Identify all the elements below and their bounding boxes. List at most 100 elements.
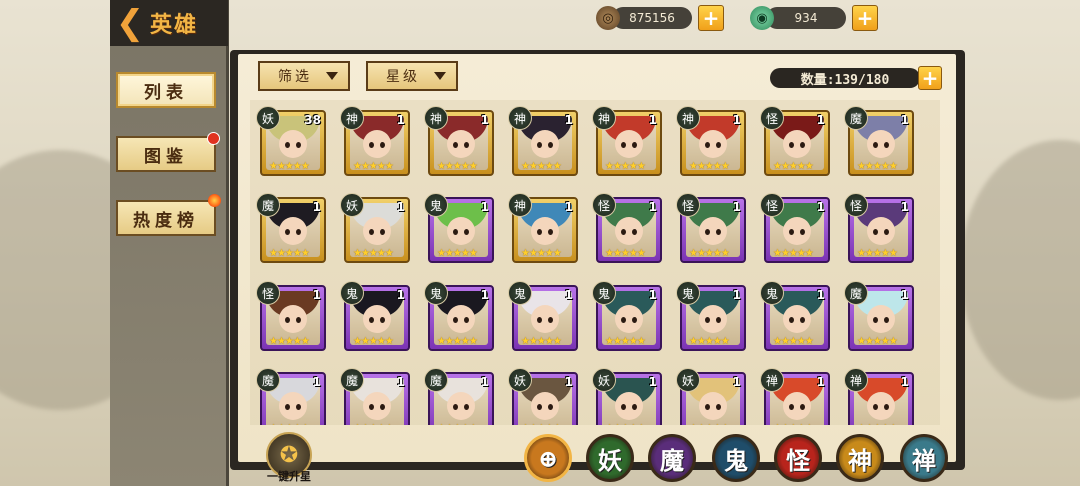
hero-card[interactable]: 妖 1 ★★★★★: [676, 368, 746, 425]
coin-amount: 875156: [612, 7, 692, 29]
tab-faction[interactable]: 鬼: [712, 434, 760, 482]
faction-badge: 鬼: [592, 281, 616, 305]
hero-card[interactable]: 妖 1 ★★★★★: [508, 368, 578, 425]
hero-card[interactable]: 禅 1 ★★★★★: [760, 368, 830, 425]
faction-badge: 魔: [424, 368, 448, 392]
hero-card[interactable]: 神 1 ★★★★★: [508, 106, 578, 176]
faction-badge: 怪: [676, 193, 700, 217]
add-jade-button[interactable]: +: [852, 5, 878, 31]
hero-level: 1: [648, 375, 657, 389]
hero-level: 1: [732, 288, 741, 302]
hero-card[interactable]: 鬼 1 ★★★★★: [592, 281, 662, 351]
upgrade-label: 一键升星: [267, 470, 311, 483]
hero-card[interactable]: 妖 1 ★★★★★: [592, 368, 662, 425]
hero-level: 1: [816, 200, 825, 214]
filter-dropdown[interactable]: 筛选: [258, 61, 350, 91]
faction-badge: 妖: [508, 368, 532, 392]
expand-capacity-button[interactable]: +: [918, 66, 942, 90]
tab-faction[interactable]: 怪: [774, 434, 822, 482]
star-filter-dropdown[interactable]: 星级: [366, 61, 458, 91]
hero-card[interactable]: 神 1 ★★★★★: [592, 106, 662, 176]
star-rating: ★★★★★: [773, 423, 814, 425]
hero-card[interactable]: 神 1 ★★★★★: [340, 106, 410, 176]
hero-count: 数量:139/180: [770, 68, 920, 88]
hero-level: 1: [312, 200, 321, 214]
tab-faction[interactable]: 妖: [586, 434, 634, 482]
hero-card[interactable]: 魔 1 ★★★★★: [340, 368, 410, 425]
star-rating: ★★★★★: [521, 423, 562, 425]
star-rating: ★★★★★: [353, 161, 394, 172]
hero-card[interactable]: 怪 1 ★★★★★: [844, 193, 914, 263]
sidebar-item-collection[interactable]: 图鉴: [116, 132, 220, 172]
hero-card[interactable]: 魔 1 ★★★★★: [844, 106, 914, 176]
tab-label: 妖: [598, 445, 622, 475]
tab-all-factions[interactable]: ⊕: [524, 434, 572, 482]
hero-level: 1: [900, 375, 909, 389]
faction-badge: 怪: [592, 193, 616, 217]
faction-badge: 鬼: [508, 281, 532, 305]
tab-faction[interactable]: 禅: [900, 434, 948, 482]
hero-card[interactable]: 神 1 ★★★★★: [424, 106, 494, 176]
hero-card[interactable]: 鬼 1 ★★★★★: [676, 281, 746, 351]
hero-level: 1: [396, 375, 405, 389]
faction-badge: 神: [508, 106, 532, 130]
sidebar-item-popularity[interactable]: 热度榜: [116, 194, 221, 236]
hero-card[interactable]: 怪 1 ★★★★★: [760, 106, 830, 176]
hero-level: 1: [396, 288, 405, 302]
star-filter-label: 星级: [386, 69, 420, 85]
hero-level: 1: [312, 288, 321, 302]
add-coins-button[interactable]: +: [698, 5, 724, 31]
filter-label: 筛选: [278, 69, 312, 85]
hero-card[interactable]: 鬼 1 ★★★★★: [760, 281, 830, 351]
hero-level: 1: [480, 200, 489, 214]
hero-card[interactable]: 鬼 1 ★★★★★: [508, 281, 578, 351]
hero-card[interactable]: 魔 1 ★★★★★: [256, 193, 326, 263]
hero-card[interactable]: 鬼 1 ★★★★★: [340, 281, 410, 351]
hero-level: 1: [900, 113, 909, 127]
hero-card[interactable]: 禅 1 ★★★★★: [844, 368, 914, 425]
hero-level: 1: [648, 288, 657, 302]
hero-level: 1: [564, 200, 573, 214]
hero-card[interactable]: 怪 1 ★★★★★: [676, 193, 746, 263]
tab-label: 禅: [912, 445, 936, 475]
star-rating: ★★★★★: [857, 336, 898, 347]
hero-card[interactable]: 神 1 ★★★★★: [508, 193, 578, 263]
hero-card[interactable]: 鬼 1 ★★★★★: [424, 281, 494, 351]
hero-level: 1: [480, 375, 489, 389]
star-rating: ★★★★★: [605, 336, 646, 347]
fire-icon: [208, 194, 221, 207]
faction-badge: 鬼: [424, 281, 448, 305]
triangle-down-icon: [326, 72, 338, 80]
sidebar-item-label: 热度榜: [133, 210, 199, 231]
star-rating: ★★★★★: [269, 248, 310, 259]
star-rating: ★★★★★: [773, 336, 814, 347]
hero-level: 1: [648, 200, 657, 214]
hero-card[interactable]: 怪 1 ★★★★★: [256, 281, 326, 351]
hero-level: 1: [564, 375, 573, 389]
hero-card[interactable]: 鬼 1 ★★★★★: [424, 193, 494, 263]
hero-card[interactable]: 怪 1 ★★★★★: [592, 193, 662, 263]
hero-grid[interactable]: 妖 38 ★★★★★ 神 1 ★★★★★ 神 1 ★★★★★ 神 1 ★★★★★ 神 1 ★★★★★ 神 1 ★★…: [250, 100, 940, 425]
tab-faction[interactable]: 魔: [648, 434, 696, 482]
hero-card[interactable]: 怪 1 ★★★★★: [760, 193, 830, 263]
hero-level: 1: [648, 113, 657, 127]
faction-badge: 妖: [592, 368, 616, 392]
hero-card[interactable]: 妖 1 ★★★★★: [340, 193, 410, 263]
hero-card[interactable]: 神 1 ★★★★★: [676, 106, 746, 176]
currency-jade: ◉ 934 +: [750, 5, 878, 31]
faction-badge: 魔: [844, 106, 868, 130]
faction-badge: 魔: [844, 281, 868, 305]
hero-card[interactable]: 魔 1 ★★★★★: [844, 281, 914, 351]
sidebar-item-list[interactable]: 列表: [116, 72, 216, 108]
star-rating: ★★★★★: [269, 161, 310, 172]
tab-faction[interactable]: 神: [836, 434, 884, 482]
star-rating: ★★★★★: [857, 423, 898, 425]
star-rating: ★★★★★: [689, 336, 730, 347]
hero-card[interactable]: 魔 1 ★★★★★: [424, 368, 494, 425]
hero-card[interactable]: 魔 1 ★★★★★: [256, 368, 326, 425]
chevron-left-icon: ❮: [115, 3, 145, 43]
back-button[interactable]: ❮: [110, 0, 150, 46]
hero-card[interactable]: 妖 38 ★★★★★: [256, 106, 326, 176]
sidebar-item-label: 列表: [144, 82, 188, 103]
faction-badge: 妖: [340, 193, 364, 217]
